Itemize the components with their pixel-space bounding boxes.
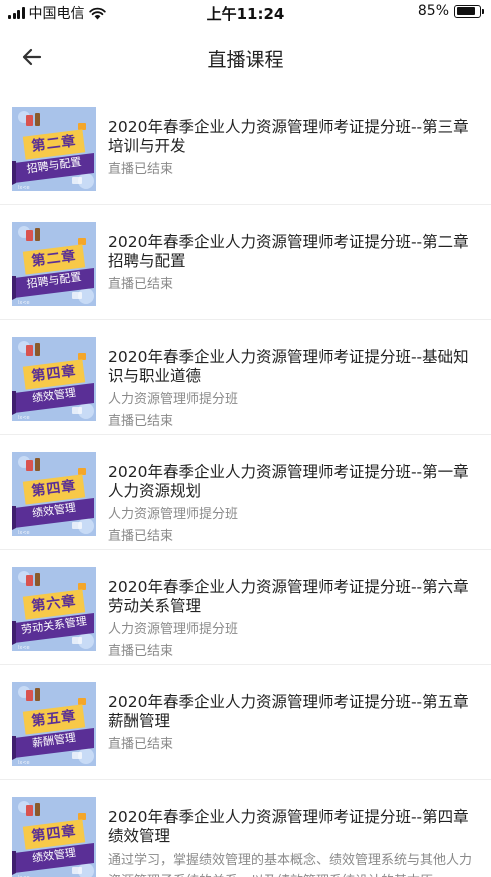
- course-meta: 人力资源管理师提分班: [108, 392, 239, 407]
- course-info: 2020年春季企业人力资源管理师考证提分班--第二章招聘与配置 直播已结束: [108, 233, 480, 293]
- svg-text:lx<e: lx<e: [18, 415, 30, 421]
- svg-text:lx<e: lx<e: [18, 530, 30, 536]
- course-title: 2020年春季企业人力资源管理师考证提分班--第四章绩效管理: [108, 808, 469, 845]
- course-meta: 直播已结束: [108, 737, 174, 752]
- battery-fill: [456, 7, 476, 15]
- course-status: 直播已结束: [108, 644, 174, 659]
- course-info: 2020年春季企业人力资源管理师考证提分班--第五章薪酬管理 直播已结束: [108, 693, 480, 753]
- course-thumbnail: lx<e 第四章 绩效管理: [12, 337, 96, 421]
- course-title: 2020年春季企业人力资源管理师考证提分班--第五章薪酬管理: [108, 693, 469, 730]
- course-title: 2020年春季企业人力资源管理师考证提分班--第二章招聘与配置: [108, 233, 469, 270]
- course-thumbnail: lx<e 第五章 薪酬管理: [12, 682, 96, 766]
- course-meta: 人力资源管理师提分班: [108, 507, 239, 522]
- course-info: 2020年春季企业人力资源管理师考证提分班--第四章绩效管理 通过学习，掌握绩效…: [108, 808, 480, 877]
- nav-bar: 直播课程: [0, 28, 491, 86]
- course-info: 2020年春季企业人力资源管理师考证提分班--基础知识与职业道德 人力资源管理师…: [108, 348, 480, 430]
- course-item[interactable]: lx<e 第二章 招聘与配置 2020年春季企业人力资源管理师考证提分班--第二…: [0, 205, 491, 320]
- course-info: 2020年春季企业人力资源管理师考证提分班--第一章人力资源规划 人力资源管理师…: [108, 463, 480, 545]
- course-title: 2020年春季企业人力资源管理师考证提分班--第一章人力资源规划: [108, 463, 469, 500]
- course-item[interactable]: lx<e 第四章 绩效管理 2020年春季企业人力资源管理师考证提分班--第四章…: [0, 780, 491, 877]
- course-meta: 人力资源管理师提分班: [108, 622, 239, 637]
- course-item[interactable]: lx<e 第四章 绩效管理 2020年春季企业人力资源管理师考证提分班--基础知…: [0, 320, 491, 435]
- svg-text:lx<e: lx<e: [18, 645, 30, 651]
- course-item[interactable]: lx<e 第四章 绩效管理 2020年春季企业人力资源管理师考证提分班--第一章…: [0, 435, 491, 550]
- course-status: 直播已结束: [108, 414, 174, 429]
- course-title: 2020年春季企业人力资源管理师考证提分班--基础知识与职业道德: [108, 348, 469, 385]
- course-item[interactable]: lx<e 第六章 劳动关系管理 2020年春季企业人力资源管理师考证提分班--第…: [0, 550, 491, 665]
- svg-text:lx<e: lx<e: [18, 185, 30, 191]
- course-list: lx<e 第二章 招聘与配置 2020年春季企业人力资源管理师考证提分班--第三…: [0, 90, 491, 877]
- status-bar: 中国电信 上午11:24 85%: [0, 0, 491, 26]
- status-right: 85%: [417, 3, 484, 19]
- course-thumbnail: lx<e 第二章 招聘与配置: [12, 107, 96, 191]
- course-title: 2020年春季企业人力资源管理师考证提分班--第三章培训与开发: [108, 118, 469, 155]
- course-thumbnail: lx<e 第四章 绩效管理: [12, 452, 96, 536]
- course-meta: 直播已结束: [108, 162, 174, 177]
- course-item[interactable]: lx<e 第五章 薪酬管理 2020年春季企业人力资源管理师考证提分班--第五章…: [0, 665, 491, 780]
- svg-text:lx<e: lx<e: [18, 760, 30, 766]
- course-info: 2020年春季企业人力资源管理师考证提分班--第六章劳动关系管理 人力资源管理师…: [108, 578, 480, 660]
- course-status: 直播已结束: [108, 529, 174, 544]
- battery-icon: [454, 4, 484, 18]
- course-meta: 通过学习，掌握绩效管理的基本概念、绩效管理系统与其他人力资源管理子系统的关系，以…: [108, 853, 473, 877]
- course-item[interactable]: lx<e 第二章 招聘与配置 2020年春季企业人力资源管理师考证提分班--第三…: [0, 90, 491, 205]
- course-info: 2020年春季企业人力资源管理师考证提分班--第三章培训与开发 直播已结束: [108, 118, 480, 178]
- course-title: 2020年春季企业人力资源管理师考证提分班--第六章劳动关系管理: [108, 578, 469, 615]
- svg-text:lx<e: lx<e: [18, 300, 30, 306]
- page-title: 直播课程: [207, 49, 284, 71]
- course-meta: 直播已结束: [108, 277, 174, 292]
- battery-percent: 85%: [417, 3, 449, 19]
- course-thumbnail: lx<e 第二章 招聘与配置: [12, 222, 96, 306]
- course-thumbnail: lx<e 第四章 绩效管理: [12, 797, 96, 877]
- course-thumbnail: lx<e 第六章 劳动关系管理: [12, 567, 96, 651]
